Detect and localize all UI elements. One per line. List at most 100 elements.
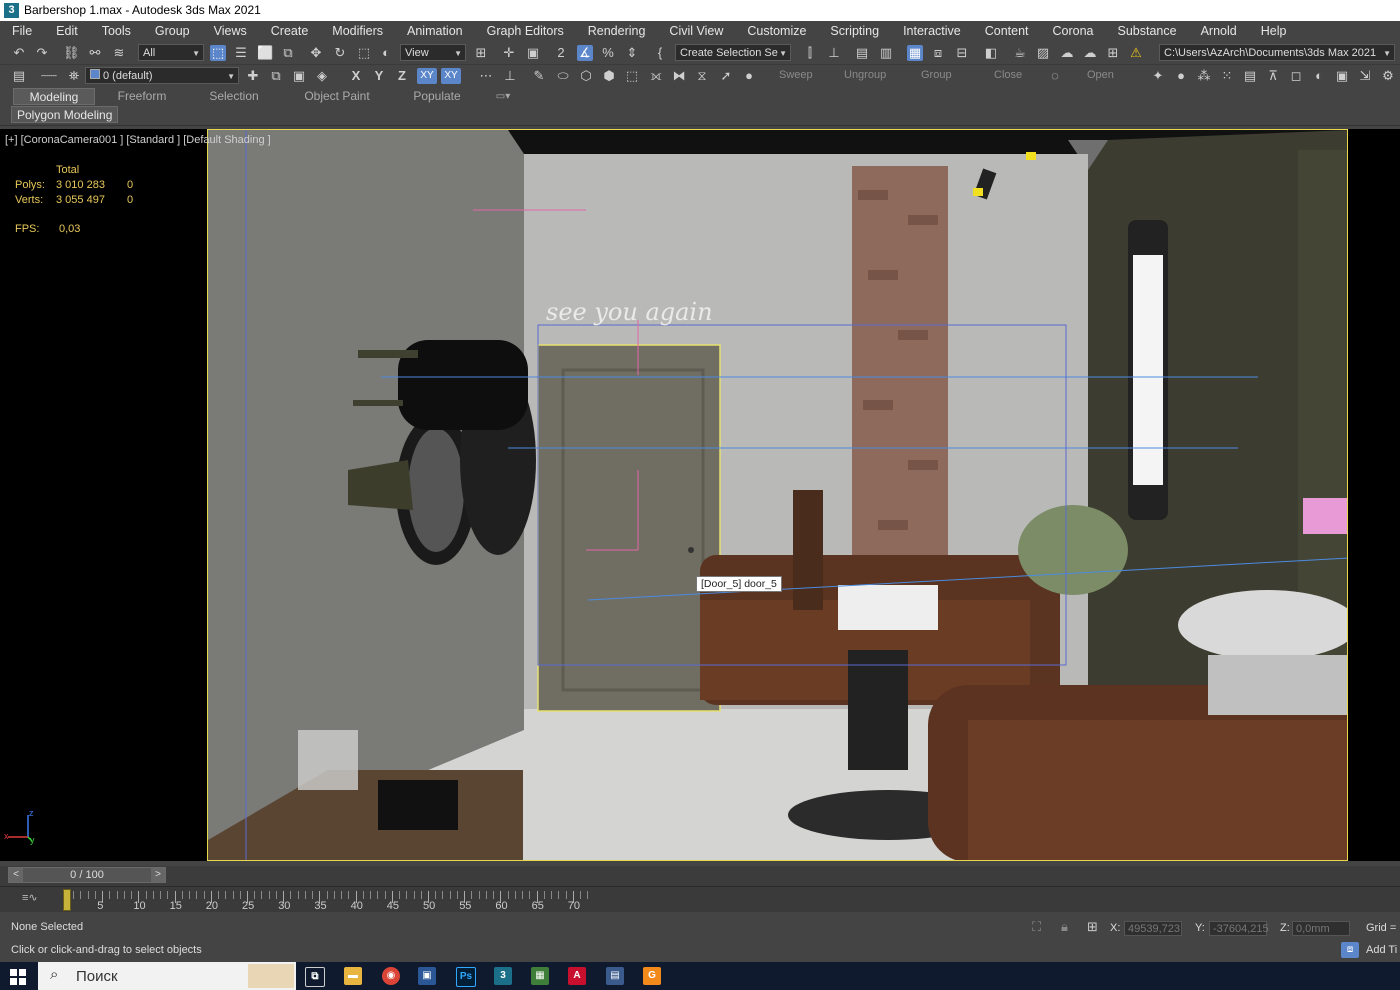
render-setup-icon[interactable]: ☕ [1012, 45, 1028, 61]
inset-icon[interactable]: ⬚ [624, 68, 640, 84]
chrome-icon[interactable]: ◉ [382, 967, 400, 985]
menu-modifiers[interactable]: Modifiers [332, 24, 383, 38]
render-in-cloud-icon[interactable]: ⊞ [1105, 45, 1121, 61]
menu-file[interactable]: File [12, 24, 32, 38]
percent-snap-icon[interactable]: % [600, 45, 616, 61]
axis-x-button[interactable]: X [348, 68, 364, 84]
menu-create[interactable]: Create [271, 24, 309, 38]
set-current-layer-icon[interactable]: ◈ [314, 68, 330, 84]
axis-y-button[interactable]: Y [371, 68, 387, 84]
spinner-snap-icon[interactable]: ⇕ [624, 45, 640, 61]
select-object-icon[interactable]: ⬚ [210, 45, 226, 61]
time-slider-thumb[interactable]: < 0 / 100 > [8, 867, 166, 883]
sweep-button[interactable]: Sweep [779, 69, 813, 81]
snaps-toggle-icon[interactable]: 2 [553, 45, 569, 61]
light-icon[interactable]: ✦ [1150, 68, 1166, 84]
extrude-icon[interactable]: ⬭ [555, 68, 571, 84]
move-icon[interactable]: ✥ [308, 45, 324, 61]
rendered-frame-icon[interactable]: ▨ [1035, 45, 1051, 61]
group-button[interactable]: Group [921, 69, 952, 81]
sphere-icon[interactable]: ● [741, 68, 757, 84]
add-time-tag-button[interactable]: Add Ti [1366, 944, 1397, 956]
plane-xy-cycle-button[interactable]: XY [441, 68, 461, 84]
layer-explorer-icon[interactable]: ▥ [878, 45, 894, 61]
dotted-circle-icon[interactable]: ◌ [1047, 68, 1063, 84]
grid-snap-icon[interactable]: ⋯ [478, 68, 494, 84]
pivot-center-icon[interactable]: ⊞ [473, 45, 489, 61]
render-iterative-icon[interactable]: ☁ [1082, 45, 1098, 61]
link-icon[interactable]: ⛓ [63, 45, 80, 61]
window-crossing-icon[interactable]: ⧉ [280, 45, 296, 61]
spreadsheet-app-icon[interactable]: ▦ [531, 967, 549, 985]
schematic-view-icon[interactable]: ⊟ [954, 45, 970, 61]
task-view-icon[interactable]: ⧉ [305, 967, 325, 987]
redo-icon[interactable]: ↷ [34, 45, 50, 61]
windows-start-icon[interactable] [10, 969, 26, 985]
layer-dropdown[interactable]: 0 (default) ▼ [85, 67, 239, 84]
material-icon[interactable]: ◻ [1288, 68, 1304, 84]
material-editor-icon[interactable]: ◧ [983, 45, 999, 61]
pin-icon[interactable]: ⊼ [1265, 68, 1281, 84]
frame-buffer-icon[interactable]: ▤ [1242, 68, 1258, 84]
bind-space-warp-icon[interactable]: ≋ [111, 45, 127, 61]
perspective-viewport[interactable]: see you again [Door_5] door_5 [207, 129, 1348, 861]
bridge-icon[interactable]: ⟗ [648, 68, 664, 84]
menu-group[interactable]: Group [155, 24, 190, 38]
time-slider[interactable]: < 0 / 100 > [0, 866, 1400, 886]
time-tag-icon[interactable]: ⧈ [1341, 942, 1359, 958]
axis-z-button[interactable]: Z [394, 68, 410, 84]
tab-populate[interactable]: Populate [400, 88, 474, 105]
placement-icon[interactable]: ◐ [378, 45, 394, 61]
absolute-mode-icon[interactable]: ⊞ [1087, 919, 1098, 935]
layer-manager-icon[interactable]: ▤ [11, 68, 27, 84]
viewport-label-menu[interactable]: [+] [CoronaCamera001 ] [Standard ] [Defa… [5, 134, 271, 146]
orange-app-icon[interactable]: G [643, 967, 661, 985]
image-icon[interactable]: ▣ [1334, 68, 1350, 84]
toggle-ribbon-icon[interactable]: ▦ [907, 45, 923, 61]
track-bar[interactable]: ≡∿ 5 10 15 20 25 30 35 40 45 50 55 60 65 70 [0, 886, 1400, 913]
polygon-modeling-panel[interactable]: Polygon Modeling [11, 106, 119, 123]
menu-scripting[interactable]: Scripting [830, 24, 879, 38]
menu-customize[interactable]: Customize [747, 24, 806, 38]
connect-icon[interactable]: ⧖ [694, 68, 710, 84]
brush-icon[interactable]: ✎ [531, 68, 547, 84]
plane-xy-button[interactable]: XY [417, 68, 437, 84]
select-manipulate-icon[interactable]: ✛ [501, 45, 517, 61]
open-button[interactable]: Open [1087, 69, 1114, 81]
autocad-icon[interactable]: A [568, 967, 586, 985]
close-button[interactable]: Close [994, 69, 1022, 81]
menu-help[interactable]: Help [1261, 24, 1287, 38]
calculator-icon[interactable]: ▤ [606, 967, 624, 985]
rect-selection-region-icon[interactable]: ⬜ [257, 45, 273, 61]
menu-interactive[interactable]: Interactive [903, 24, 961, 38]
menu-rendering[interactable]: Rendering [588, 24, 646, 38]
ball-icon[interactable]: ● [1173, 68, 1189, 84]
named-selection-dropdown[interactable]: Create Selection Se ▼ [675, 44, 791, 61]
current-frame-marker[interactable] [63, 889, 71, 911]
file-explorer-icon[interactable]: ▬ [344, 967, 362, 985]
keyboard-shortcut-override-icon[interactable]: ▣ [525, 45, 541, 61]
menu-content[interactable]: Content [985, 24, 1029, 38]
align-icon[interactable]: ⊥ [826, 45, 842, 61]
taskbar-search[interactable]: ⌕ Поиск [38, 962, 296, 990]
undo-icon[interactable]: ↶ [11, 45, 27, 61]
bevel-icon[interactable]: ⬢ [601, 68, 617, 84]
next-frame-button[interactable]: > [151, 868, 165, 882]
lock-icon[interactable]: 🔒︎ [1061, 919, 1068, 935]
ribbon-options-icon[interactable]: ▭▾ [488, 88, 518, 105]
tab-selection[interactable]: Selection [196, 88, 272, 105]
menu-arnold[interactable]: Arnold [1201, 24, 1237, 38]
scale-icon[interactable]: ⬚ [356, 45, 372, 61]
menu-views[interactable]: Views [214, 24, 247, 38]
save-app-icon[interactable]: ▣ [418, 967, 436, 985]
x-coord-field[interactable]: 49539,723 [1124, 921, 1182, 936]
menu-graph-editors[interactable]: Graph Editors [487, 24, 564, 38]
photoshop-icon[interactable]: Ps [456, 967, 476, 987]
ungroup-button[interactable]: Ungroup [844, 69, 886, 81]
selection-filter-dropdown[interactable]: All ▼ [138, 44, 204, 61]
select-by-name-icon[interactable]: ☰ [233, 45, 249, 61]
layer-visibility-icon[interactable]: ┈┈ [34, 68, 64, 84]
settings-icon[interactable]: ⚙ [1380, 68, 1396, 84]
menu-animation[interactable]: Animation [407, 24, 463, 38]
curve-editor-icon[interactable]: ⧈ [930, 45, 946, 61]
